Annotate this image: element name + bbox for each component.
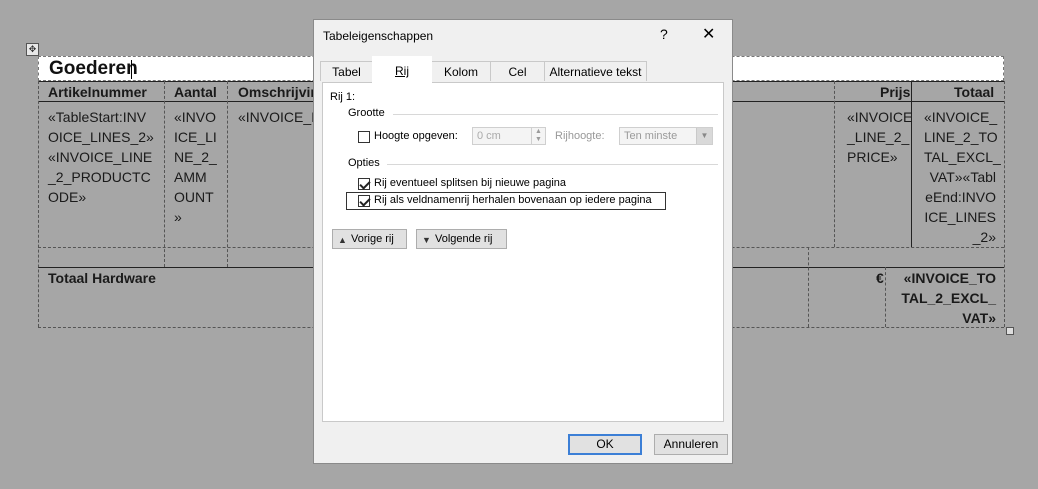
next-row-button[interactable]: ▼ Volgende rij xyxy=(416,229,507,249)
footer-label[interactable]: Totaal Hardware xyxy=(48,268,156,288)
repeat-header-checkbox[interactable] xyxy=(358,195,370,207)
header-artikelnummer: Artikelnummer xyxy=(48,84,147,100)
split-row-checkbox[interactable] xyxy=(358,178,370,190)
cell-totaal[interactable]: «INVOICE_ LINE_2_TO TAL_EXCL_ VAT»«Tabl … xyxy=(924,107,1001,247)
col-border xyxy=(164,81,165,267)
cell-omschrijving[interactable]: «INVOICE_I xyxy=(238,107,315,127)
col-border xyxy=(834,81,835,247)
repeat-header-label[interactable]: Rij als veldnamenrij herhalen bovenaan o… xyxy=(374,194,652,206)
tab-kolom[interactable]: Kolom xyxy=(431,61,491,81)
split-row-label[interactable]: Rij eventueel splitsen bij nieuwe pagina xyxy=(374,177,566,189)
previous-row-button[interactable]: ▲ Vorige rij xyxy=(332,229,407,249)
height-value: 0 cm xyxy=(477,130,501,142)
tab-cel[interactable]: Cel xyxy=(490,61,545,81)
chevron-down-icon[interactable]: ▼ xyxy=(696,128,712,144)
tab-rij[interactable]: Rij xyxy=(372,56,432,83)
help-icon[interactable]: ? xyxy=(660,26,668,42)
row-height-value: Ten minste xyxy=(624,130,678,142)
row-height-select[interactable]: Ten minste ▼ xyxy=(619,127,713,145)
text-caret xyxy=(131,60,132,79)
rij-tab-panel: Rij 1: Grootte Hoogte opgeven: 0 cm ▲ ▼ … xyxy=(322,82,724,422)
tab-tabel[interactable]: Tabel xyxy=(320,61,373,81)
spin-up-icon[interactable]: ▲ xyxy=(535,128,542,135)
arrow-up-icon: ▲ xyxy=(338,235,347,245)
dialog-title: Tabeleigenschappen xyxy=(323,29,434,43)
close-icon[interactable]: ✕ xyxy=(702,24,715,44)
header-omschrijving: Omschrijvin xyxy=(238,84,319,100)
height-stepper[interactable]: 0 cm ▲ ▼ xyxy=(472,127,546,145)
ok-button[interactable]: OK xyxy=(568,434,642,455)
size-group-label: Grootte xyxy=(348,107,385,119)
spin-down-icon[interactable]: ▼ xyxy=(535,136,542,143)
table-properties-dialog: Tabeleigenschappen ? ✕ Tabel Rij Kolom C… xyxy=(313,19,733,464)
table-resize-handle-icon[interactable] xyxy=(1006,327,1014,335)
row-height-label: Rijhoogte: xyxy=(555,130,605,142)
cell-artikelnummer[interactable]: «TableStart:INV OICE_LINES_2» «INVOICE_L… xyxy=(48,107,154,207)
header-aantal: Aantal xyxy=(174,84,217,100)
document-heading: Goederen xyxy=(49,58,138,79)
table-move-handle-icon[interactable]: ✥ xyxy=(26,43,39,56)
height-spin-buttons[interactable]: ▲ ▼ xyxy=(531,128,545,144)
col-border xyxy=(227,81,228,267)
arrow-down-icon: ▼ xyxy=(422,235,431,245)
col-border xyxy=(1004,81,1005,327)
cell-prijs[interactable]: «INVOICE _LINE_2_ PRICE» xyxy=(847,107,912,167)
cancel-button[interactable]: Annuleren xyxy=(654,434,728,455)
header-prijs: Prijs xyxy=(880,84,911,100)
options-group-label: Opties xyxy=(348,157,380,169)
footer-total[interactable]: «INVOICE_TO TAL_2_EXCL_ VAT» xyxy=(898,268,996,328)
size-group-line xyxy=(393,114,718,115)
height-checkbox[interactable] xyxy=(358,131,370,143)
col-border xyxy=(808,247,809,327)
options-group-line xyxy=(387,164,718,165)
footer-currency[interactable]: € xyxy=(876,268,884,288)
height-label[interactable]: Hoogte opgeven: xyxy=(374,130,458,142)
col-border xyxy=(885,267,886,327)
tab-alternatieve-tekst[interactable]: Alternatieve tekst xyxy=(544,61,647,81)
header-totaal: Totaal xyxy=(954,84,995,100)
cell-aantal[interactable]: «INVO ICE_LI NE_2_ AMM OUNT » xyxy=(174,107,217,227)
col-border xyxy=(38,81,39,327)
row-label: Rij 1: xyxy=(330,91,356,103)
